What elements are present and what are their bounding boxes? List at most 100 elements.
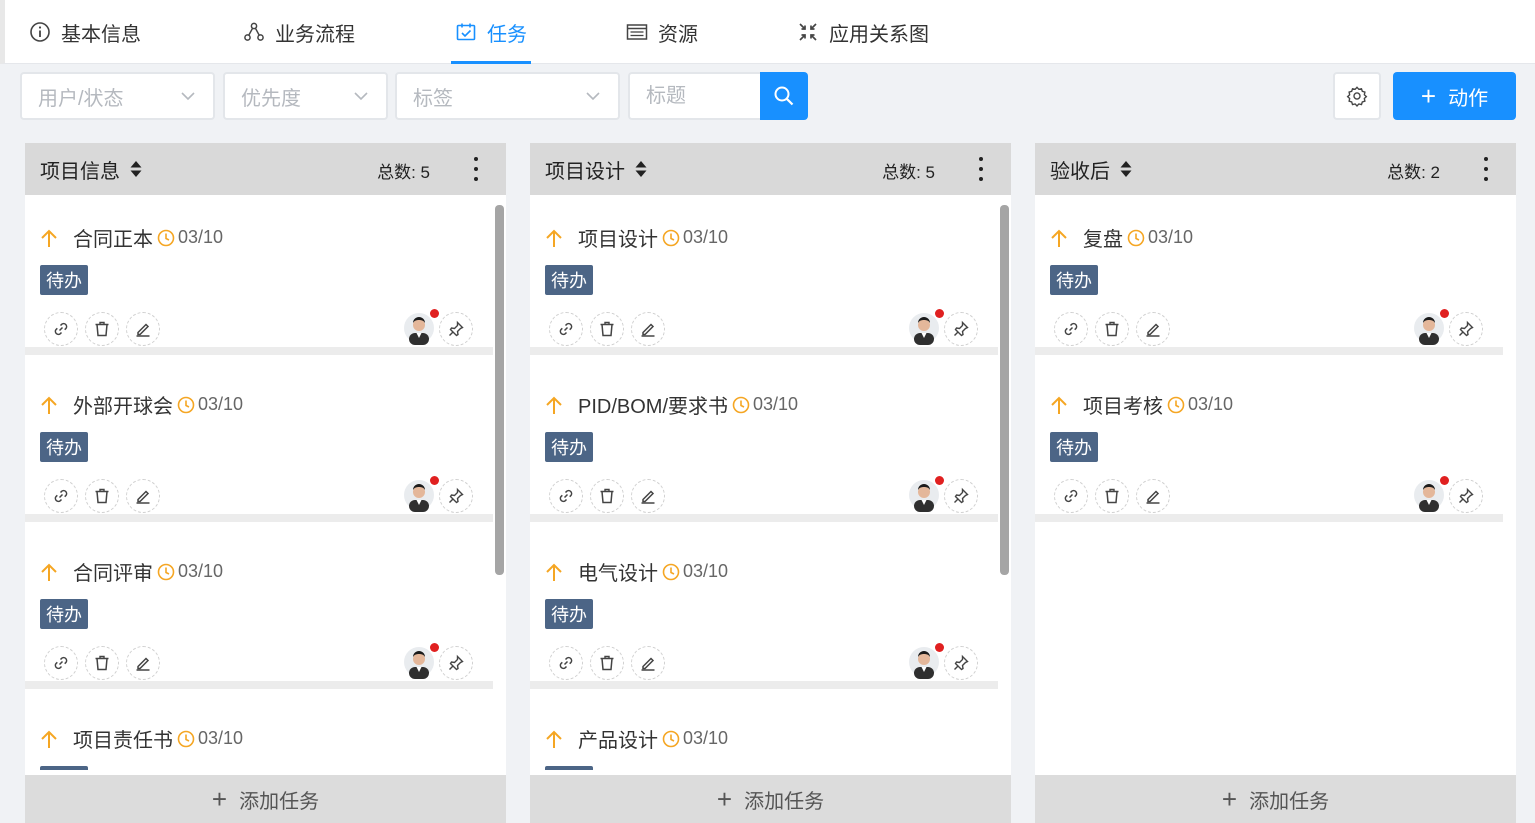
delete-button[interactable] [85, 479, 119, 513]
more-vertical-icon[interactable] [466, 155, 486, 183]
task-card[interactable]: 合同评审 03/10 待办 [25, 529, 493, 689]
title-search-input[interactable] [628, 72, 762, 120]
card-title[interactable]: 项目设计 [578, 223, 658, 252]
card-date: 03/10 [683, 561, 729, 581]
task-card[interactable]: 项目考核 03/10 待办 [1035, 362, 1503, 522]
edit-button[interactable] [631, 479, 665, 513]
tab-workflow[interactable]: 业务流程 [243, 0, 355, 64]
delete-button[interactable] [1095, 479, 1129, 513]
delete-button[interactable] [85, 646, 119, 680]
plus-icon: + [1420, 81, 1437, 111]
card-title-row: 项目设计 03/10 [545, 223, 728, 252]
avatar[interactable] [1414, 478, 1444, 512]
pin-button[interactable] [944, 312, 978, 346]
status-badge: 待办 [1050, 432, 1098, 462]
settings-button[interactable] [1333, 72, 1381, 120]
card-title[interactable]: PID/BOM/要求书 [578, 390, 728, 419]
tab-resources[interactable]: 资源 [626, 0, 698, 64]
link-button[interactable] [549, 312, 583, 346]
task-card[interactable]: 产品设计 03/10 待办 [530, 696, 998, 770]
delete-button[interactable] [590, 646, 624, 680]
link-button[interactable] [44, 312, 78, 346]
scrollbar[interactable] [495, 205, 504, 575]
avatar[interactable] [909, 311, 939, 345]
user-status-select[interactable]: 用户/状态 [20, 72, 215, 120]
tags-select[interactable]: 标签 [395, 72, 620, 120]
task-card[interactable]: 外部开球会 03/10 待办 [25, 362, 493, 522]
notification-dot [935, 309, 944, 318]
avatar[interactable] [404, 645, 434, 679]
avatar[interactable] [404, 478, 434, 512]
task-card[interactable]: 合同正本 03/10 待办 [25, 195, 493, 355]
collapse-icon [797, 21, 819, 43]
column-title: 项目设计 [545, 160, 625, 183]
trash-icon [600, 655, 614, 671]
add-task-button[interactable]: + 添加任务 [1035, 775, 1516, 823]
card-title[interactable]: 合同评审 [73, 557, 153, 586]
edit-icon [1146, 323, 1160, 337]
delete-button[interactable] [590, 312, 624, 346]
clock-icon [732, 396, 750, 413]
edit-button[interactable] [126, 479, 160, 513]
edit-button[interactable] [631, 646, 665, 680]
pin-button[interactable] [944, 479, 978, 513]
clock-icon [157, 229, 175, 246]
link-button[interactable] [44, 646, 78, 680]
link-button[interactable] [549, 479, 583, 513]
link-button[interactable] [1054, 312, 1088, 346]
card-title[interactable]: 复盘 [1083, 223, 1123, 252]
search-button[interactable] [760, 72, 808, 120]
edit-button[interactable] [1136, 312, 1170, 346]
more-vertical-icon[interactable] [1476, 155, 1496, 183]
add-task-button[interactable]: + 添加任务 [530, 775, 1011, 823]
card-title[interactable]: 项目责任书 [73, 724, 173, 753]
sort-icon[interactable] [635, 160, 647, 178]
pin-button[interactable] [439, 312, 473, 346]
delete-button[interactable] [1095, 312, 1129, 346]
avatar[interactable] [404, 311, 434, 345]
card-title[interactable]: 项目考核 [1083, 390, 1163, 419]
task-card[interactable]: 项目责任书 03/10 待办 [25, 696, 493, 770]
avatar[interactable] [1414, 311, 1444, 345]
select-placeholder: 标签 [413, 87, 453, 110]
add-task-button[interactable]: + 添加任务 [25, 775, 506, 823]
pin-button[interactable] [944, 646, 978, 680]
edit-button[interactable] [126, 312, 160, 346]
more-vertical-icon[interactable] [971, 155, 991, 183]
sort-icon[interactable] [130, 160, 142, 178]
card-title[interactable]: 电气设计 [578, 557, 658, 586]
tab-tasks[interactable]: 任务 [451, 0, 531, 64]
pin-button[interactable] [1449, 312, 1483, 346]
scrollbar[interactable] [1000, 205, 1009, 575]
avatar[interactable] [909, 478, 939, 512]
card-title[interactable]: 产品设计 [578, 724, 658, 753]
pin-button[interactable] [1449, 479, 1483, 513]
action-button[interactable]: + 动作 [1393, 72, 1516, 120]
pin-button[interactable] [439, 479, 473, 513]
avatar[interactable] [909, 645, 939, 679]
card-title[interactable]: 外部开球会 [73, 390, 173, 419]
link-button[interactable] [1054, 479, 1088, 513]
delete-button[interactable] [590, 479, 624, 513]
trash-icon [600, 321, 614, 337]
tab-basic-info[interactable]: 基本信息 [29, 0, 141, 64]
task-card[interactable]: 复盘 03/10 待办 [1035, 195, 1503, 355]
task-card[interactable]: PID/BOM/要求书 03/10 待办 [530, 362, 998, 522]
edit-button[interactable] [1136, 479, 1170, 513]
edit-button[interactable] [631, 312, 665, 346]
card-title[interactable]: 合同正本 [73, 223, 153, 252]
edit-button[interactable] [126, 646, 160, 680]
status-badge: 待办 [545, 599, 593, 629]
task-card[interactable]: 项目设计 03/10 待办 [530, 195, 998, 355]
link-button[interactable] [44, 479, 78, 513]
delete-button[interactable] [85, 312, 119, 346]
priority-select[interactable]: 优先度 [223, 72, 388, 120]
tab-app-relations[interactable]: 应用关系图 [797, 0, 929, 64]
priority-up-icon [1051, 229, 1067, 247]
priority-up-icon [546, 563, 562, 581]
sort-icon[interactable] [1120, 160, 1132, 178]
link-button[interactable] [549, 646, 583, 680]
task-card[interactable]: 电气设计 03/10 待办 [530, 529, 998, 689]
pin-button[interactable] [439, 646, 473, 680]
action-button-label: 动作 [1448, 87, 1489, 110]
